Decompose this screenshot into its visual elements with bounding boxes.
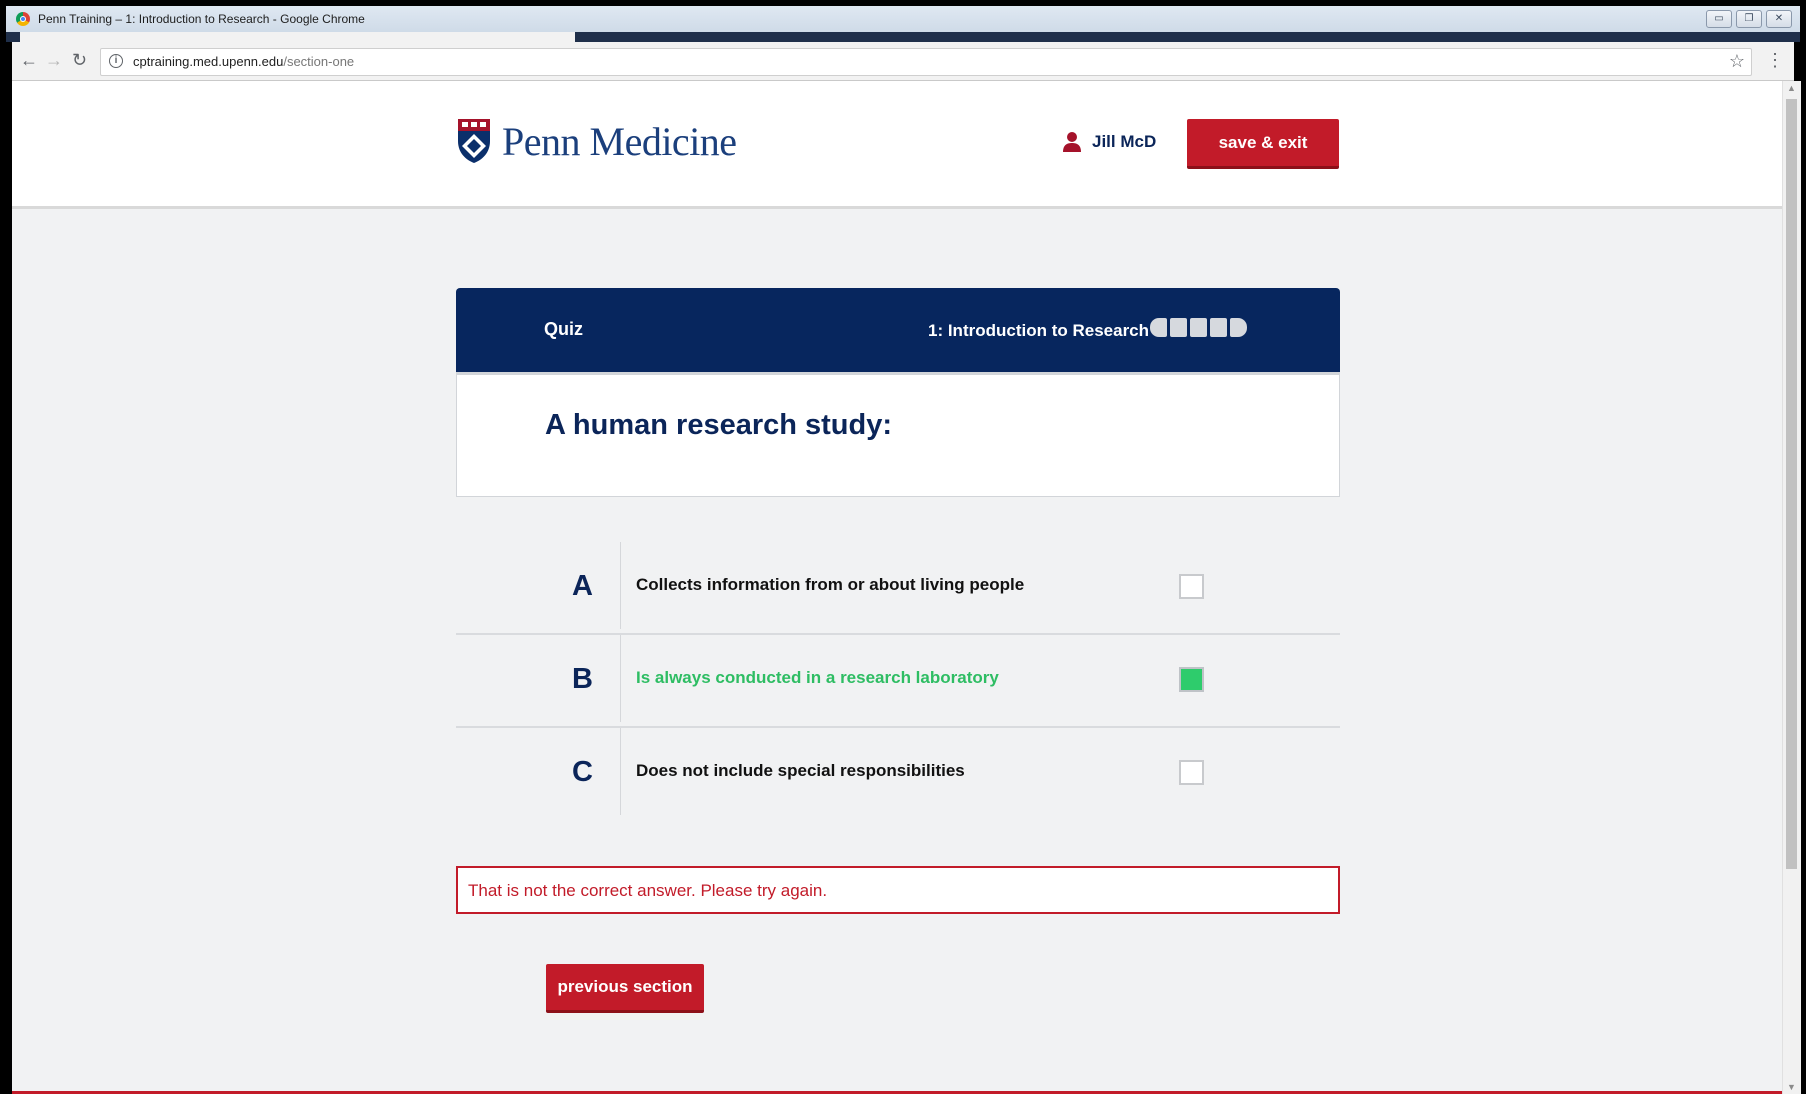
- penn-shield-icon: [458, 119, 490, 163]
- progress-segment: [1190, 318, 1207, 337]
- answer-divider: [620, 635, 621, 722]
- user-icon: [1063, 132, 1081, 152]
- page-viewport: Penn Medicine Jill McD save & exit Quiz …: [12, 81, 1782, 1094]
- url-host: cptraining.med.upenn.edu: [133, 54, 284, 69]
- progress-segment: [1230, 318, 1247, 337]
- chrome-logo-icon: [16, 12, 30, 26]
- url-path: /section-one: [283, 54, 355, 69]
- menu-kebab-icon[interactable]: ⋮: [1766, 50, 1784, 71]
- answer-text: Is always conducted in a research labora…: [636, 668, 999, 687]
- scrollbar-thumb[interactable]: [1786, 99, 1797, 869]
- question-text: A human research study:: [545, 409, 893, 441]
- url-text[interactable]: cptraining.med.upenn.edu/section-one: [133, 54, 354, 69]
- quiz-label: Quiz: [544, 319, 583, 339]
- error-message-box: That is not the correct answer. Please t…: [456, 866, 1340, 914]
- bookmark-star-icon[interactable]: ☆: [1729, 51, 1745, 72]
- answer-letter: A: [572, 570, 593, 602]
- progress-segment: [1150, 318, 1167, 337]
- progress-indicator: [1150, 318, 1247, 337]
- window-title: Penn Training – 1: Introduction to Resea…: [38, 12, 365, 26]
- save-exit-button[interactable]: save & exit: [1187, 119, 1339, 169]
- site-header: Penn Medicine Jill McD save & exit: [12, 81, 1782, 209]
- address-bar: ← → ↻ i cptraining.med.upenn.edu/section…: [12, 42, 1794, 81]
- answer-text: Does not include special responsibilitie…: [636, 761, 965, 780]
- answer-checkbox[interactable]: [1179, 574, 1204, 599]
- reload-icon[interactable]: ↻: [72, 50, 87, 70]
- progress-segment: [1210, 318, 1227, 337]
- answer-letter: C: [572, 756, 593, 788]
- progress-segment: [1170, 318, 1187, 337]
- minimize-icon[interactable]: ▭: [1706, 10, 1732, 28]
- window-controls: ▭ ❐ ✕: [1706, 10, 1792, 28]
- answer-letter: B: [572, 663, 593, 695]
- previous-section-button[interactable]: previous section: [546, 964, 704, 1013]
- answer-checkbox[interactable]: [1179, 667, 1204, 692]
- title-bar: Penn Training – 1: Introduction to Resea…: [6, 6, 1800, 33]
- answer-checkbox[interactable]: [1179, 760, 1204, 785]
- info-icon[interactable]: i: [109, 54, 123, 68]
- section-title: 1: Introduction to Research: [928, 321, 1150, 340]
- restore-icon[interactable]: ❐: [1736, 10, 1762, 28]
- scroll-down-icon[interactable]: ▼: [1787, 1082, 1796, 1092]
- question-card: A human research study:: [456, 372, 1340, 497]
- answer-divider: [620, 542, 621, 629]
- answer-text: Collects information from or about livin…: [636, 575, 1025, 594]
- answer-list: A Collects information from or about liv…: [456, 542, 1340, 819]
- browser-window: Penn Training – 1: Introduction to Resea…: [0, 0, 1806, 1094]
- answer-option-b[interactable]: B Is always conducted in a research labo…: [456, 635, 1340, 728]
- close-icon[interactable]: ✕: [1766, 10, 1792, 28]
- url-bar[interactable]: i cptraining.med.upenn.edu/section-one ☆: [100, 48, 1752, 76]
- quiz-header: Quiz 1: Introduction to Research: [456, 288, 1340, 372]
- page-scrollbar[interactable]: ▲ ▼: [1782, 81, 1801, 1094]
- answer-divider: [620, 728, 621, 815]
- back-arrow-icon[interactable]: ←: [20, 50, 38, 70]
- user-menu[interactable]: Jill McD: [1062, 131, 1156, 153]
- answer-option-a[interactable]: A Collects information from or about liv…: [456, 542, 1340, 635]
- forward-arrow-icon[interactable]: →: [45, 50, 63, 70]
- tab-strip: [6, 32, 1800, 42]
- error-message: That is not the correct answer. Please t…: [468, 881, 828, 900]
- active-tab[interactable]: [20, 32, 575, 42]
- scroll-up-icon[interactable]: ▲: [1787, 83, 1796, 93]
- user-name: Jill McD: [1092, 132, 1157, 151]
- logo-text: Penn Medicine: [502, 118, 737, 164]
- penn-medicine-logo[interactable]: Penn Medicine: [456, 117, 737, 165]
- answer-option-c[interactable]: C Does not include special responsibilit…: [456, 728, 1340, 819]
